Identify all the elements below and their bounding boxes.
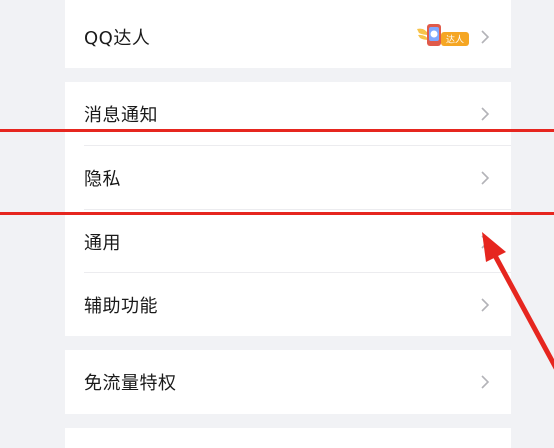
chevron-right-icon	[481, 170, 490, 185]
settings-card-talent: QQ达人 达人	[65, 0, 511, 68]
settings-item-general[interactable]: 通用	[65, 210, 511, 273]
talent-badge-text: 达人	[446, 33, 464, 45]
chevron-right-icon	[481, 234, 490, 249]
settings-item-free-data[interactable]: 免流量特权	[65, 350, 511, 413]
settings-item-label: 通用	[84, 232, 121, 254]
settings-item-privacy[interactable]: 隐私	[65, 146, 511, 209]
chevron-right-icon	[481, 106, 490, 121]
annotation-line-bottom	[0, 212, 554, 215]
settings-item-label: 免流量特权	[84, 372, 177, 394]
settings-item-accessibility[interactable]: 辅助功能	[65, 273, 511, 336]
annotation-line-top	[0, 129, 554, 132]
qq-talent-badge-icon: 达人	[417, 23, 469, 46]
settings-item-label: 隐私	[84, 168, 121, 190]
chevron-right-icon	[481, 297, 490, 312]
settings-card-next	[65, 428, 511, 448]
settings-item-label: 消息通知	[84, 104, 158, 126]
settings-card-main: 消息通知 隐私 通用 辅助功能	[65, 82, 511, 336]
settings-item-qq-talent[interactable]: QQ达人 达人	[65, 5, 511, 68]
settings-item-label: 辅助功能	[84, 295, 158, 317]
chevron-right-icon	[481, 29, 490, 44]
settings-item-notifications[interactable]: 消息通知	[65, 82, 511, 145]
settings-card-free-data: 免流量特权	[65, 350, 511, 414]
chevron-right-icon	[481, 374, 490, 389]
settings-item-label: QQ达人	[84, 27, 151, 49]
